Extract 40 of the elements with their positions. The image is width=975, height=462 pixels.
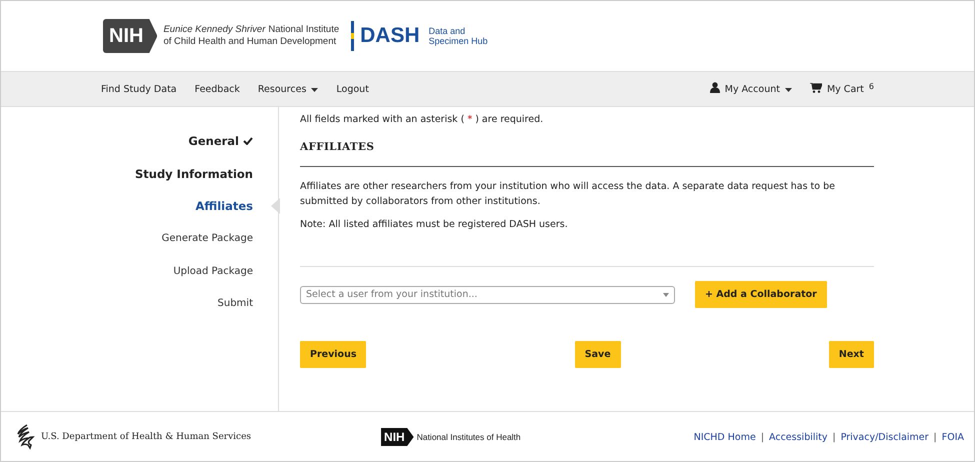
cart-link[interactable]: My Cart $^{6}$ — [810, 82, 874, 96]
nav-link[interactable]: Find Study Data — [101, 84, 177, 94]
nav-link[interactable]: Feedback — [194, 84, 240, 94]
step-link[interactable]: Study Information — [134, 158, 253, 190]
nav-button[interactable]: Save — [574, 341, 621, 368]
description-text: Affiliates are other researchers from your institution who will access the data. A separate data request has to be submitted by collaborators from other institutions. — [300, 180, 836, 209]
dash-logo: DASH — [360, 24, 420, 48]
footer-link[interactable]: FOIA — [942, 432, 964, 442]
nav-button[interactable]: Previous — [300, 341, 366, 368]
user-select[interactable]: Select a user from your institution... — [300, 286, 675, 304]
cart-count: 6 — [868, 82, 874, 90]
nih-logo: NIH — [381, 428, 414, 446]
step-link[interactable]: Submit — [218, 288, 253, 320]
required-note: All fields marked with an asterisk ( * ) are required. — [300, 114, 544, 125]
section-heading: AFFILIATES — [300, 141, 376, 153]
check-icon — [243, 137, 253, 146]
link-separator: | — [832, 432, 836, 442]
link-separator: | — [760, 432, 764, 442]
nih-logo: NIH — [103, 19, 158, 53]
hhs-name: U.S. Department of Health & Human Services — [41, 432, 252, 442]
note-text: Note: All listed affiliates must be registered DASH users. — [300, 218, 569, 232]
step-link[interactable]: General — [188, 125, 253, 158]
footer-link[interactable]: Privacy/Disclaimer — [840, 432, 929, 442]
footer-link[interactable]: Accessibility — [769, 432, 828, 442]
nav-link[interactable]: Logout — [336, 84, 369, 94]
footer-link[interactable]: NICHD Home — [694, 432, 756, 442]
step-link[interactable]: Upload Package — [173, 255, 253, 288]
add-collaborator-button[interactable]: + Add a Collaborator — [695, 281, 827, 308]
dash-subtitle: Data and Specimen Hub — [428, 26, 488, 46]
nih-name: National Institutes of Health — [416, 432, 521, 442]
nav-button[interactable]: Next — [828, 341, 874, 368]
user-icon — [710, 82, 720, 96]
cart-icon — [810, 82, 822, 96]
step-link[interactable]: Affiliates — [195, 190, 253, 222]
nav-link[interactable]: Resources — [258, 84, 318, 94]
link-separator: | — [934, 432, 937, 442]
caret-icon — [663, 292, 669, 296]
institute-name: Eunice Kennedy Shriver National Institute of Child Health and Human Development — [163, 24, 340, 48]
account-menu[interactable]: My Account — [710, 82, 792, 96]
step-link[interactable]: Generate Package — [162, 222, 253, 255]
